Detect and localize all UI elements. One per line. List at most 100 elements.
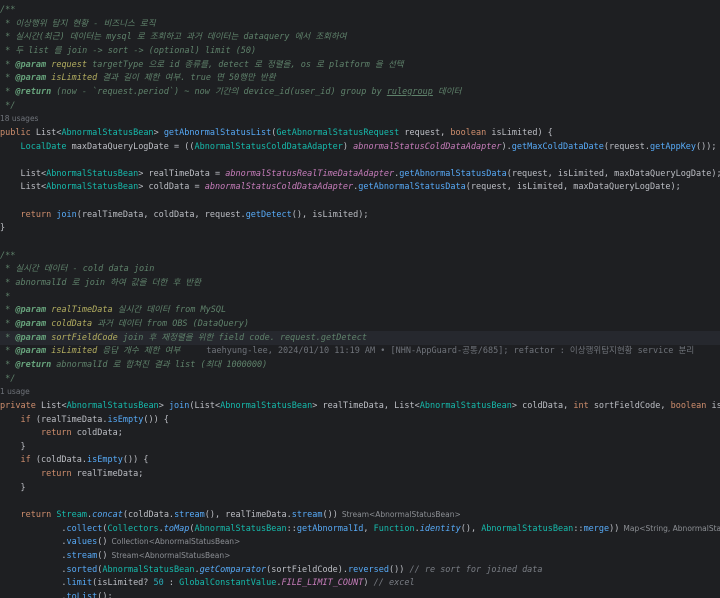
code-token: getAppKey bbox=[649, 141, 697, 152]
code-token: toList bbox=[66, 591, 98, 598]
code-token: AbnormalStatusBean bbox=[46, 168, 139, 179]
code-token: * bbox=[0, 332, 16, 343]
code-line: .sorted(AbnormalStatusBean.getComparator… bbox=[0, 563, 720, 577]
code-token: } bbox=[0, 441, 26, 452]
type-inlay-hint: Stream<AbnormalStatusBean> bbox=[341, 510, 461, 520]
code-token: (isLimited? bbox=[92, 578, 154, 589]
code-token: getAbnormalStatusList bbox=[163, 127, 272, 138]
code-line: return realTimeData; bbox=[0, 467, 720, 481]
code-line: private List<AbnormalStatusBean> join(Li… bbox=[0, 399, 720, 413]
code-token: ()) bbox=[389, 564, 410, 575]
code-token: 50 bbox=[153, 578, 164, 589]
code-token: join bbox=[56, 209, 77, 220]
code-token: realTimeData bbox=[51, 305, 113, 316]
code-token: return bbox=[20, 209, 57, 220]
code-token: /** bbox=[0, 250, 16, 261]
code-token: * bbox=[0, 59, 16, 70]
code-token: 결과 길이 제한 여부. true 면 50행만 반환 bbox=[97, 73, 276, 84]
code-line: public List<AbnormalStatusBean> getAbnor… bbox=[0, 126, 720, 140]
code-token: AbnormalStatusBean bbox=[66, 400, 159, 411]
code-token: (realTimeData, coldData, request. bbox=[76, 209, 246, 220]
code-token: @param bbox=[15, 59, 47, 70]
code-token: . bbox=[0, 591, 67, 598]
code-line: * @param realTimeData 실시간 데이터 from MySQL bbox=[0, 303, 720, 317]
code-line: * @return (now - `request.period`) ~ now… bbox=[0, 85, 720, 99]
code-line: .values() Collection<AbnormalStatusBean> bbox=[0, 535, 720, 549]
code-token: boolean bbox=[670, 400, 712, 411]
code-line: List<AbnormalStatusBean> coldData = abno… bbox=[0, 180, 720, 194]
code-token: ()) bbox=[322, 510, 338, 521]
code-token: List bbox=[20, 182, 41, 193]
code-token: @return bbox=[15, 359, 52, 370]
usages-hint[interactable]: 18 usages bbox=[0, 112, 720, 126]
code-token: * bbox=[0, 73, 16, 84]
code-token: AbnormalStatusBean bbox=[220, 400, 313, 411]
code-token: isEmpty bbox=[107, 414, 144, 425]
code-line: } bbox=[0, 440, 720, 454]
code-token: () bbox=[97, 537, 108, 548]
code-token: abnormalStatusColdDataAdapter bbox=[353, 141, 502, 152]
code-token: getAbnormalId bbox=[296, 523, 364, 534]
code-token: targetType 으로 id 종류를, detect 로 정렬을, os 로… bbox=[87, 59, 404, 70]
code-token: getAbnormalStatusData bbox=[358, 182, 466, 193]
code-token: ()); bbox=[696, 141, 717, 152]
code-token: limit bbox=[66, 578, 93, 589]
code-token: maxDataQueryLogDate = (( bbox=[66, 141, 195, 152]
code-token: coldData bbox=[51, 318, 93, 329]
usages-hint[interactable]: 1 usage bbox=[0, 385, 720, 399]
type-inlay-hint: Collection<AbnormalStatusBean> bbox=[111, 537, 241, 547]
code-token: toMap bbox=[163, 523, 190, 534]
code-token: > realTimeData = bbox=[138, 168, 226, 179]
code-token: coldData; bbox=[76, 428, 123, 439]
code-token: AbnormalStatusBean bbox=[61, 127, 154, 138]
code-token: */ bbox=[0, 373, 16, 384]
code-token: // excel bbox=[373, 578, 415, 589]
code-line: * bbox=[0, 290, 720, 304]
code-token: abnormalId 로 합쳐진 결과 list (최대 1000000) bbox=[51, 359, 268, 370]
type-inlay-hint: Map<String, AbnormalStatusBean> bbox=[623, 523, 720, 533]
code-line: .collect(Collectors.toMap(AbnormalStatus… bbox=[0, 522, 720, 536]
code-token: > coldData = bbox=[138, 182, 205, 193]
code-token: return bbox=[40, 428, 77, 439]
code-token: * 실시간 데이터 - cold data join bbox=[0, 264, 155, 275]
code-token: (), realTimeData. bbox=[204, 510, 292, 521]
code-token: * 두 list 를 join -> sort -> (optional) li… bbox=[0, 45, 257, 56]
code-token: getDetect bbox=[245, 209, 292, 220]
code-line: if (coldData.isEmpty()) { bbox=[0, 453, 720, 467]
code-line: .limit(isLimited? 50 : GlobalConstantVal… bbox=[0, 576, 720, 590]
code-token: (request. bbox=[603, 141, 650, 152]
code-token: * bbox=[0, 359, 16, 370]
code-line: * @return abnormalId 로 합쳐진 결과 list (최대 1… bbox=[0, 358, 720, 372]
code-line: } bbox=[0, 221, 720, 235]
code-token: stream bbox=[291, 510, 323, 521]
code-token: private bbox=[0, 400, 41, 411]
code-line: return join(realTimeData, coldData, requ… bbox=[0, 208, 720, 222]
code-token: ()) { bbox=[143, 414, 169, 425]
code-token: (sortFieldCode). bbox=[266, 564, 349, 575]
code-token: (coldData. bbox=[122, 510, 175, 521]
code-line: * 실시간 데이터 - cold data join bbox=[0, 262, 720, 276]
code-token: List bbox=[35, 127, 57, 138]
code-token: (coldData. bbox=[35, 455, 88, 466]
code-token: * bbox=[0, 346, 16, 357]
code-token: values bbox=[66, 537, 98, 548]
code-token: ). bbox=[501, 141, 512, 152]
code-editor[interactable]: /** * 이상행위 탐지 현황 - 비즈니스 로직 * 실시간(최근) 데이터… bbox=[0, 0, 720, 598]
code-token: isLimited bbox=[51, 346, 98, 357]
code-line: * @param coldData 과거 데이터 from OBS (DataQ… bbox=[0, 317, 720, 331]
code-token: LocalDate bbox=[20, 141, 67, 152]
code-line: List<AbnormalStatusBean> realTimeData = … bbox=[0, 167, 720, 181]
git-blame-annotation: taehyung-lee, 2024/01/10 11:19 AM • [NHN… bbox=[206, 346, 695, 357]
code-token: * bbox=[0, 318, 16, 329]
code-token: (request, isLimited, maxDataQueryLogDate… bbox=[465, 182, 681, 193]
usages-count: 18 usages bbox=[0, 114, 39, 124]
code-line: /** bbox=[0, 249, 720, 263]
